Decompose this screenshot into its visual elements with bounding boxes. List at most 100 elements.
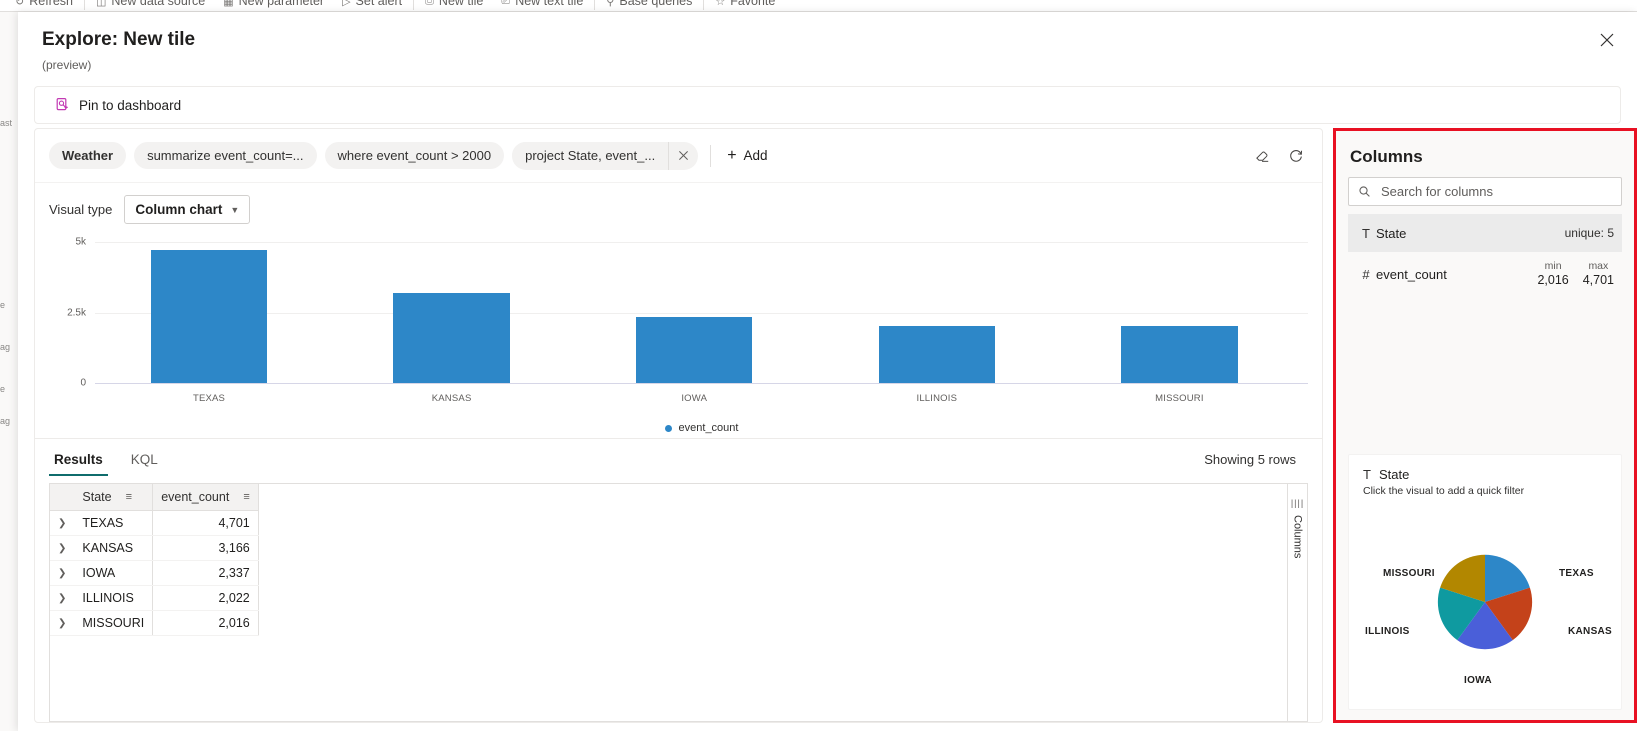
x-tick-label: MISSOURI	[1155, 393, 1204, 404]
table-row[interactable]: ❯ ILLINOIS 2,022	[50, 585, 259, 611]
quick-filter-column-name: State	[1378, 467, 1410, 482]
expand-column-header	[50, 484, 75, 511]
column-chart: 5k 2.5k 0 TEXAS KANSAS IOWA ILLINOIS MIS…	[49, 232, 1308, 434]
columns-side-tab[interactable]: |||| Columns	[1287, 484, 1307, 721]
base-queries-icon: ⚲	[606, 0, 615, 8]
toolbar-item-base-queries[interactable]: ⚲ Base queries	[597, 0, 701, 8]
table-row[interactable]: ❯ TEXAS 4,701	[50, 510, 259, 536]
cell-event-count: 3,166	[152, 535, 259, 561]
query-pill-project[interactable]: project State, event_...	[512, 142, 669, 169]
tab-results[interactable]: Results	[49, 442, 108, 476]
tab-kql[interactable]: KQL	[126, 442, 163, 476]
table-row[interactable]: ❯ IOWA 2,337	[50, 560, 259, 586]
explore-modal: Explore: New tile (preview) Pin to dashb…	[18, 12, 1637, 731]
toolbar-item-new-data-source[interactable]: ◫ New data source	[87, 0, 214, 8]
query-pill-where[interactable]: where event_count > 2000	[324, 142, 505, 169]
expand-row-icon[interactable]: ❯	[50, 510, 75, 536]
toolbar-item-refresh[interactable]: ↻ Refresh	[6, 0, 82, 8]
add-operator-button[interactable]: + Add	[721, 144, 773, 168]
content-area: Weather summarize event_count=... where …	[34, 128, 1637, 723]
column-list-item-state[interactable]: T State unique: 5	[1348, 214, 1622, 252]
column-header-label: State	[82, 490, 112, 504]
panel-spacer	[1348, 296, 1622, 454]
query-pill-summarize[interactable]: summarize event_count=...	[134, 142, 317, 169]
table-row[interactable]: ❯ KANSAS 3,166	[50, 535, 259, 561]
toolbar-label: New tile	[438, 0, 484, 8]
quick-filter-pie-chart[interactable]: TEXAS KANSAS IOWA ILLINOIS MISSOURI	[1363, 501, 1612, 697]
column-min: min 2,016	[1537, 260, 1568, 288]
refresh-icon[interactable]	[1288, 148, 1304, 164]
cell-event-count: 2,016	[152, 610, 259, 636]
table-row[interactable]: ❯ MISSOURI 2,016	[50, 610, 259, 636]
column-menu-icon[interactable]: ≡	[126, 491, 132, 503]
results-table: State ≡ event_count ≡ ❯ TEXAS 4,701 ❯ KA…	[50, 484, 259, 636]
query-divider	[710, 144, 712, 167]
legend-label: event_count	[678, 422, 739, 434]
visual-type-value: Column chart	[135, 202, 223, 217]
column-list-item-event-count[interactable]: # event_count min 2,016 max 4,701	[1348, 252, 1622, 296]
quick-filter-hint: Click the visual to add a quick filter	[1363, 485, 1525, 497]
columns-panel: Columns T State unique: 5 # event_count …	[1333, 128, 1637, 723]
x-tick-label: IOWA	[681, 393, 708, 404]
bar-texas[interactable]	[150, 249, 268, 383]
pin-to-dashboard-button[interactable]: Pin to dashboard	[49, 93, 187, 117]
alert-icon: ▷	[342, 0, 351, 8]
database-icon: ◫	[96, 0, 107, 8]
search-columns-input[interactable]	[1379, 183, 1612, 200]
column-list-item-label: State	[1376, 225, 1407, 241]
cell-state: KANSAS	[74, 535, 154, 561]
expand-row-icon[interactable]: ❯	[50, 535, 75, 561]
results-tabs: Results KQL Showing 5 rows	[35, 439, 1322, 479]
max-label: max	[1588, 260, 1609, 272]
pie-svg[interactable]	[1426, 543, 1544, 661]
chart-legend: event_count	[95, 422, 1308, 434]
toolbar-item-set-alert[interactable]: ▷ Set alert	[333, 0, 411, 8]
pie-label-kansas: KANSAS	[1568, 626, 1613, 637]
cell-state: IOWA	[74, 560, 154, 586]
expand-row-icon[interactable]: ❯	[50, 610, 75, 636]
text-tile-icon: ⎚	[501, 0, 511, 7]
results-section: Results KQL Showing 5 rows State ≡ event…	[35, 438, 1322, 722]
left-rail: ast e ag e ag	[0, 12, 18, 731]
rail-fragment: ast	[0, 118, 13, 128]
rail-fragment: e	[0, 384, 6, 394]
y-tick-label: 2.5k	[67, 307, 86, 319]
legend-marker-icon	[664, 424, 672, 432]
column-min-max: min 2,016 max 4,701	[1537, 260, 1614, 288]
add-label: Add	[743, 148, 768, 163]
cell-state: TEXAS	[74, 510, 154, 536]
visual-type-select[interactable]: Column chart ▼	[124, 195, 251, 224]
toolbar-item-favorite[interactable]: ☆ Favorite	[706, 0, 784, 8]
refresh-icon: ↻	[15, 0, 25, 8]
column-header-state[interactable]: State ≡	[74, 484, 154, 511]
string-type-icon: T	[1362, 225, 1370, 241]
toolbar-label: Base queries	[619, 0, 693, 8]
pin-to-dashboard-label: Pin to dashboard	[79, 97, 182, 113]
bar-missouri[interactable]	[1121, 325, 1238, 383]
toolbar-item-new-tile[interactable]: ⎙ New tile	[416, 0, 492, 8]
remove-pill-icon[interactable]	[668, 141, 698, 170]
quick-filter-card[interactable]: T State Click the visual to add a quick …	[1348, 454, 1622, 710]
search-icon	[1359, 186, 1370, 197]
bar-kansas[interactable]	[393, 293, 510, 383]
close-icon[interactable]	[1591, 24, 1623, 56]
bar-iowa[interactable]	[635, 316, 753, 383]
expand-row-icon[interactable]: ❯	[50, 585, 75, 611]
toolbar-item-new-parameter[interactable]: ▦ New parameter	[214, 0, 333, 8]
rows-count-label: Showing 5 rows	[1204, 451, 1296, 467]
expand-row-icon[interactable]: ❯	[50, 560, 75, 586]
clear-icon[interactable]	[1254, 148, 1270, 164]
column-menu-icon[interactable]: ≡	[243, 491, 249, 503]
number-type-icon: #	[1362, 266, 1370, 282]
toolbar-label: Set alert	[355, 0, 403, 8]
pie-label-illinois: ILLINOIS	[1365, 626, 1410, 637]
pin-icon	[56, 98, 68, 111]
cell-event-count: 2,337	[152, 560, 259, 586]
search-columns-box[interactable]	[1348, 177, 1622, 206]
bar-illinois[interactable]	[878, 325, 996, 383]
query-pill-project-group: project State, event_...	[512, 141, 699, 170]
rail-fragment: ag	[0, 342, 11, 352]
query-pill-table[interactable]: Weather	[49, 142, 127, 169]
column-header-event-count[interactable]: event_count ≡	[152, 484, 259, 511]
toolbar-item-new-text-tile[interactable]: ⎚ New text tile	[492, 0, 592, 8]
